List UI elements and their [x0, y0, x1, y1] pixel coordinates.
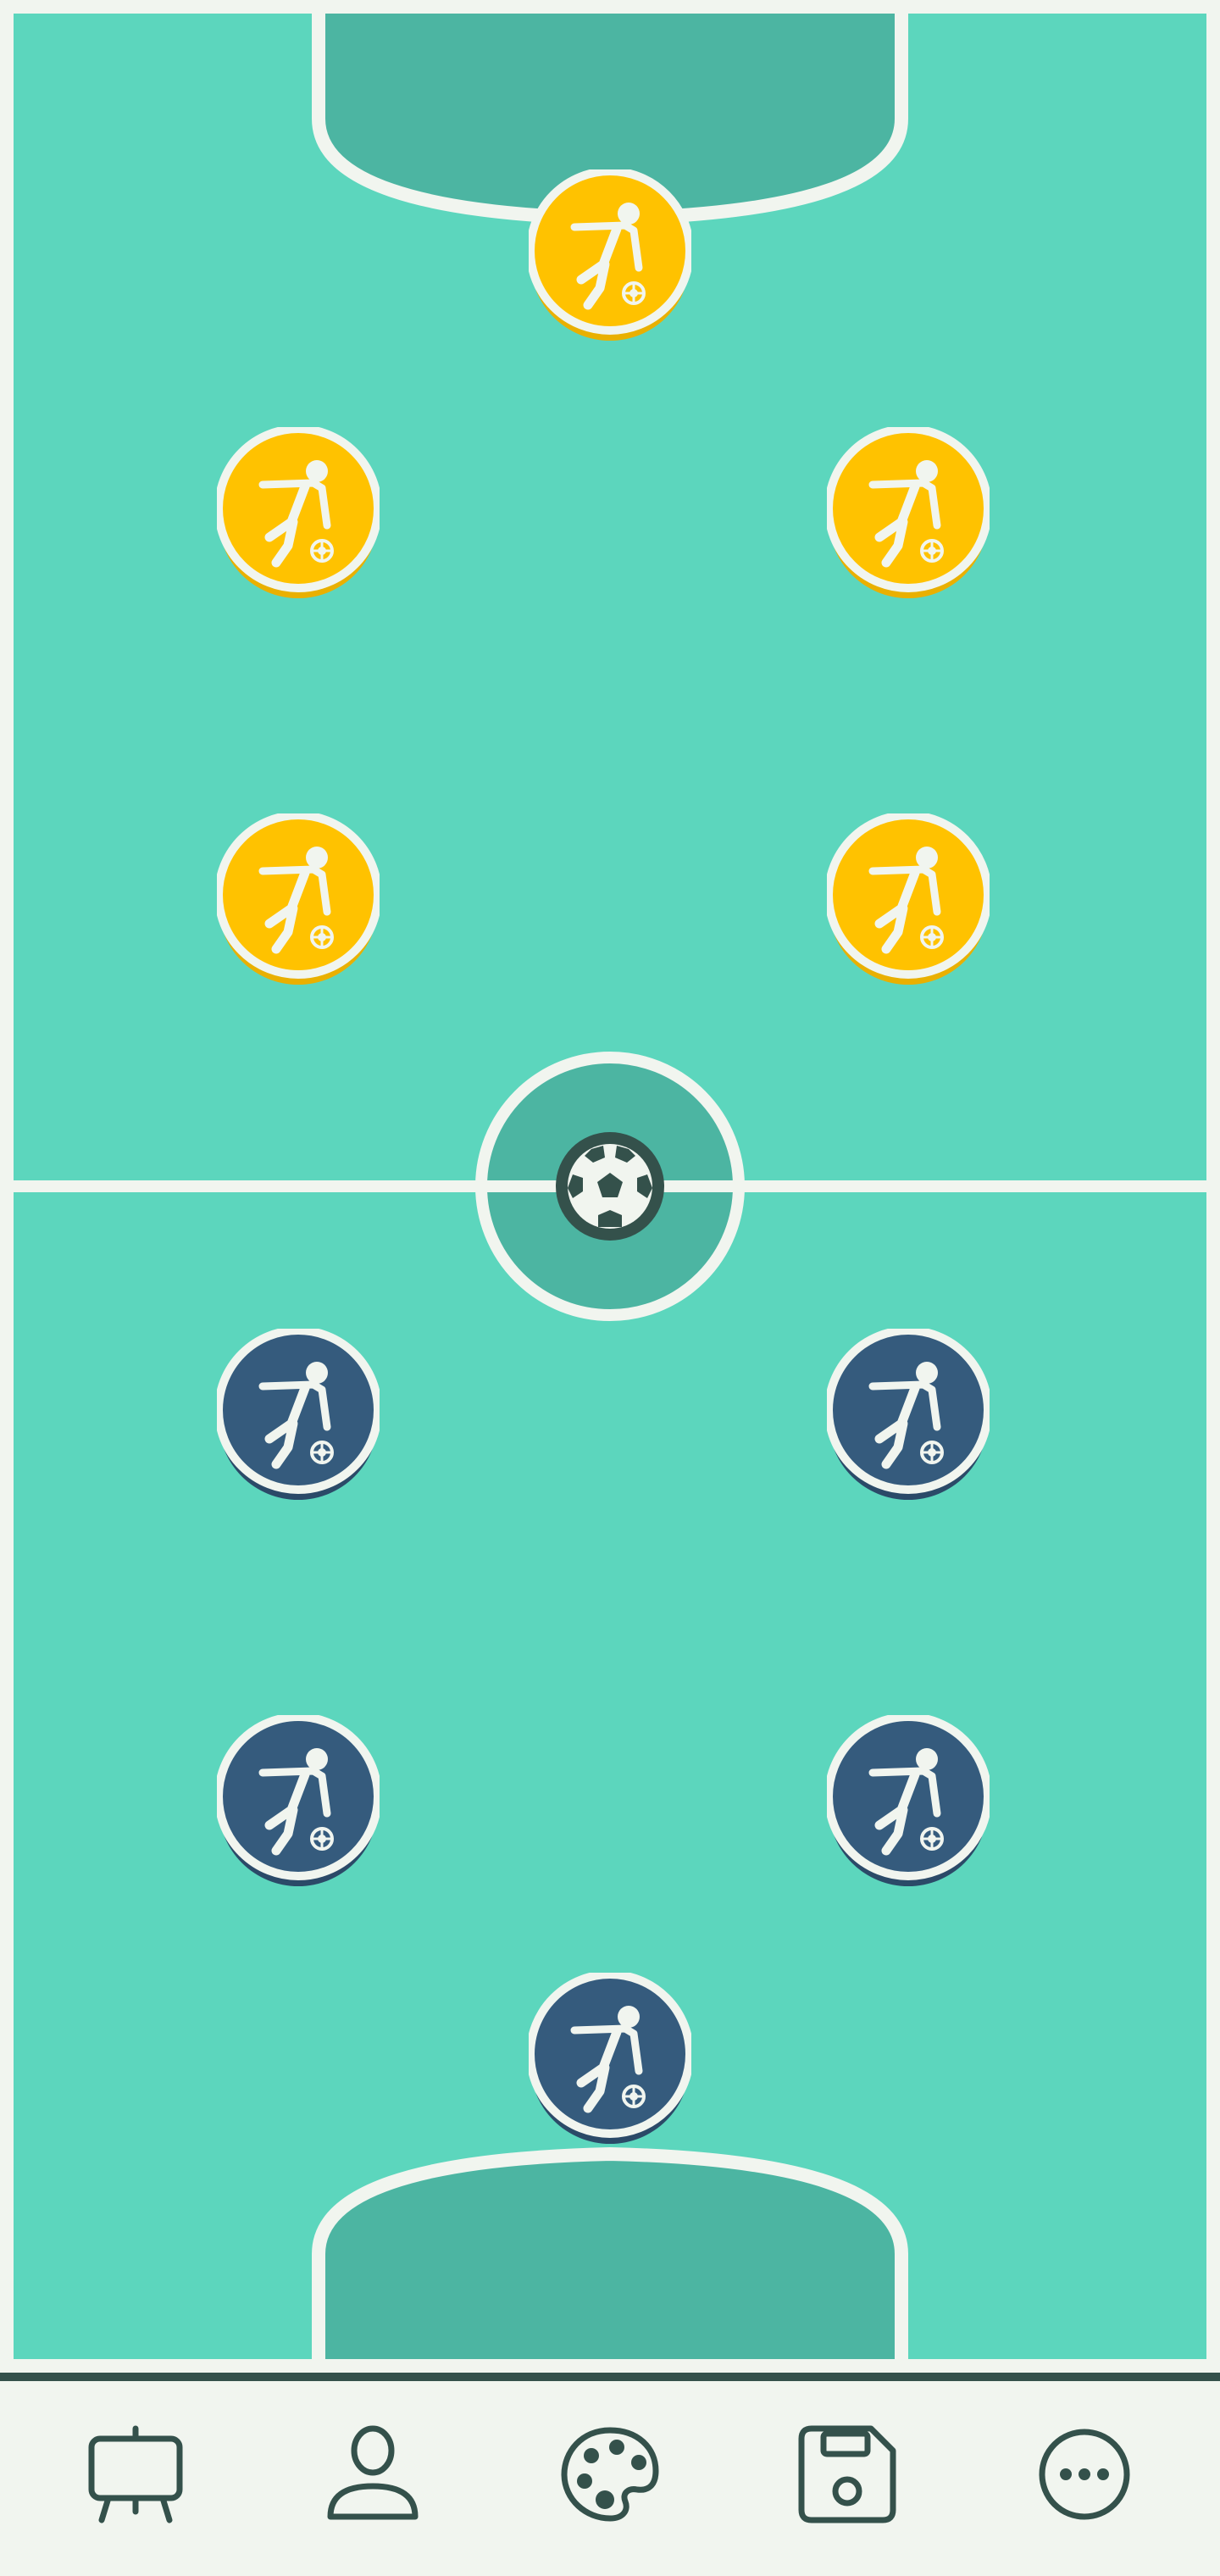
bottom-penalty-area — [312, 2146, 908, 2373]
players-button[interactable] — [313, 2423, 432, 2525]
blue-player-token[interactable] — [217, 1329, 380, 1505]
person-icon — [327, 2425, 419, 2520]
toolbar-divider — [0, 2373, 1220, 2381]
yellow-player-token[interactable] — [827, 427, 990, 603]
save-button[interactable] — [788, 2423, 907, 2525]
more-button[interactable] — [1025, 2423, 1144, 2525]
yellow-player-token[interactable] — [217, 813, 380, 990]
easel-board-icon — [88, 2425, 183, 2523]
blue-player-token[interactable] — [827, 1329, 990, 1505]
floppy-disk-icon — [798, 2425, 896, 2523]
colors-button[interactable] — [551, 2423, 669, 2525]
palette-icon — [561, 2427, 659, 2522]
blue-player-token[interactable] — [529, 1973, 691, 2149]
yellow-player-token[interactable] — [827, 813, 990, 990]
more-dots-icon — [1039, 2429, 1130, 2520]
yellow-player-token[interactable] — [529, 169, 691, 346]
board-button[interactable] — [76, 2423, 195, 2525]
blue-player-token[interactable] — [827, 1715, 990, 1891]
yellow-player-token[interactable] — [217, 427, 380, 603]
blue-player-token[interactable] — [217, 1715, 380, 1891]
soccer-ball-icon[interactable] — [556, 1132, 664, 1241]
